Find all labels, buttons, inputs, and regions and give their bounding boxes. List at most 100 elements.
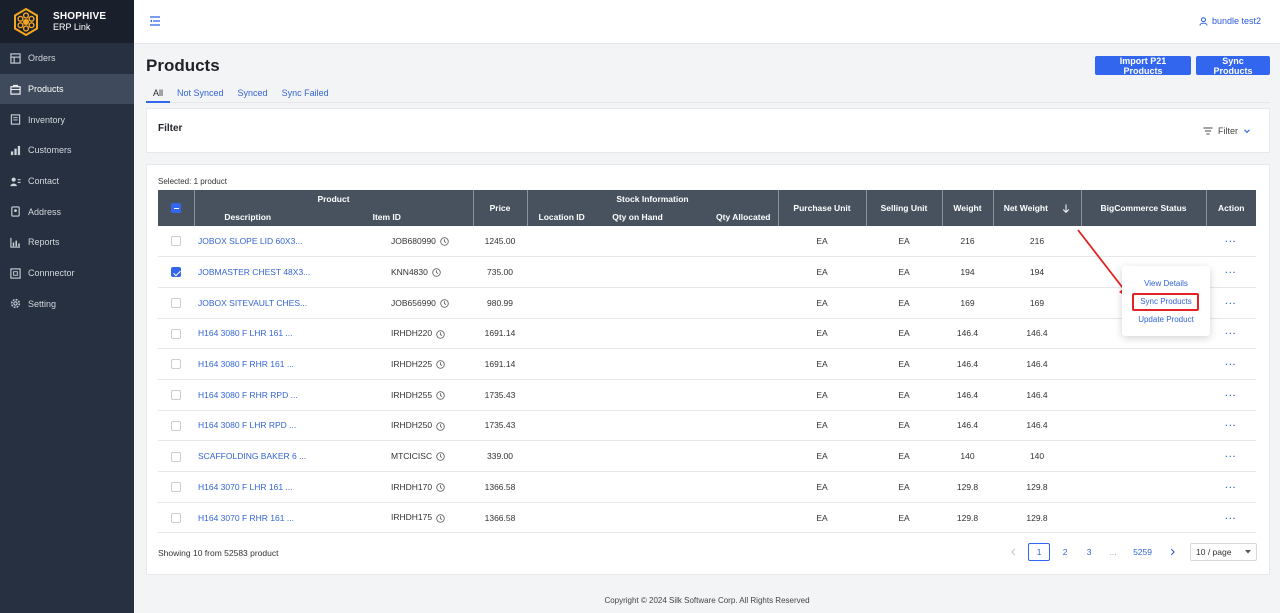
header-qty-on-hand[interactable]: Qty on Hand [591,207,684,226]
clock-icon[interactable] [436,513,445,523]
next-page-button[interactable] [1163,543,1181,561]
product-description-link[interactable]: H164 3070 F RHR 161 ... [194,502,301,534]
net-weight: 146.4 [993,379,1081,411]
row-action-more-button[interactable]: ··· [1225,328,1237,338]
table-row[interactable]: H164 3080 F RHR RPD ... IRHDH255 1735.43 EA… [158,379,1256,411]
filter-toggle-button[interactable]: Filter [1203,126,1251,136]
table-row[interactable]: H164 3080 F LHR RPD ... IRHDH250 1735.43 EA… [158,410,1256,442]
selling-unit: EA [866,471,942,503]
page-ellipsis[interactable]: ... [1104,543,1122,561]
table-row[interactable]: H164 3070 F LHR 161 ... IRHDH170 1366.58 EA… [158,471,1256,503]
header-price[interactable]: Price [473,190,528,226]
row-action-more-button[interactable]: ··· [1225,513,1237,523]
row-checkbox[interactable] [171,390,181,401]
row-checkbox[interactable] [171,236,181,247]
brand[interactable]: SHOPHIVE ERP Link [0,0,134,43]
tab-synced[interactable]: Synced [231,86,275,103]
page-2-button[interactable]: 2 [1056,543,1074,561]
header-purchase-unit[interactable]: Purchase Unit [778,190,867,226]
prev-page-button[interactable] [1004,543,1022,561]
row-checkbox[interactable] [171,359,181,370]
tab-sync-failed[interactable]: Sync Failed [275,86,336,103]
header-weight[interactable]: Weight [942,190,994,226]
row-checkbox[interactable] [171,420,181,431]
row-action-more-button[interactable]: ··· [1225,359,1237,369]
menu-toggle-icon[interactable] [149,15,161,27]
page-1-button[interactable]: 1 [1028,543,1051,561]
sidebar-item-inventory[interactable]: Inventory [0,104,134,135]
row-checkbox[interactable] [171,267,181,278]
price: 1691.14 [473,348,527,380]
page-3-button[interactable]: 3 [1080,543,1098,561]
sidebar-item-connector[interactable]: Connnector [0,258,134,289]
sidebar-item-contact[interactable]: Contact [0,166,134,197]
selling-unit: EA [866,256,942,288]
header-bigcommerce-status[interactable]: BigCommerce Status [1081,190,1207,226]
sidebar-item-orders[interactable]: Orders [0,43,134,74]
header-net-weight-cell[interactable]: Net Weight [993,190,1082,226]
product-description-link[interactable]: JOBOX SITEVAULT CHES... [194,287,307,319]
header-qty-allocated[interactable]: Qty Allocated [684,207,779,226]
row-action-more-button[interactable]: ··· [1225,267,1237,277]
selling-unit: EA [866,379,942,411]
row-action-more-button[interactable]: ··· [1225,236,1237,246]
row-checkbox[interactable] [171,328,181,339]
import-p21-products-button[interactable]: Import P21 Products [1095,56,1191,76]
table-row[interactable]: H164 3080 F RHR 161 ... IRHDH225 1691.14 EA… [158,348,1256,380]
table-row[interactable]: H164 3070 F RHR 161 ... IRHDH175 1366.58 EA… [158,502,1256,534]
tab-all[interactable]: All [146,86,171,103]
row-checkbox[interactable] [171,298,181,309]
row-checkbox[interactable] [171,451,181,462]
sidebar-item-reports[interactable]: Reports [0,227,134,258]
qty-on-hand [591,318,684,350]
clock-icon[interactable] [440,299,449,308]
clock-icon[interactable] [436,421,445,431]
sort-arrow-down-icon[interactable] [1062,204,1070,214]
product-description-link[interactable]: SCAFFOLDING BAKER 6 ... [194,440,306,472]
item-id: IRHDH250 [391,420,433,431]
product-description-link[interactable]: H164 3070 F LHR 161 ... [194,471,301,503]
product-description-link[interactable]: H164 3080 F LHR RPD ... [194,410,301,442]
sidebar-item-products[interactable]: Products [0,73,134,105]
qty-allocated [684,440,778,472]
clock-icon[interactable] [432,268,441,277]
view-details-menu-item[interactable]: View Details [1122,279,1210,288]
select-all-checkbox[interactable] [170,203,181,214]
product-description-link[interactable]: H164 3080 F RHR RPD ... [194,379,301,411]
page-last-button[interactable]: 5259 [1133,543,1152,561]
product-description-link[interactable]: JOBOX SLOPE LID 60X3... [194,226,302,258]
header-selling-unit[interactable]: Selling Unit [866,190,943,226]
table-row[interactable]: H164 3080 F LHR 161 ... IRHDH220 1691.14 EA… [158,318,1256,350]
row-action-more-button[interactable]: ··· [1225,482,1237,492]
page-size-select[interactable]: 10 / page [1190,543,1257,561]
update-product-menu-item[interactable]: Update Product [1122,315,1210,324]
sidebar-item-customers[interactable]: Customers [0,135,134,166]
row-action-more-button[interactable]: ··· [1225,298,1237,308]
tab-not-synced[interactable]: Not Synced [170,86,231,103]
clock-icon[interactable] [440,237,449,246]
row-action-more-button[interactable]: ··· [1225,451,1237,461]
sidebar-item-address[interactable]: Address [0,196,134,227]
header-description[interactable]: Description [194,207,301,226]
clock-icon[interactable] [436,329,445,339]
clock-icon[interactable] [436,391,445,400]
action-cell: ··· [1206,287,1256,319]
clock-icon[interactable] [436,360,445,369]
product-description-link[interactable]: H164 3080 F LHR 161 ... [194,318,301,350]
header-item-id[interactable]: Item ID [301,207,474,226]
clock-icon[interactable] [436,483,445,492]
sidebar-item-setting[interactable]: Setting [0,289,134,320]
row-checkbox[interactable] [171,512,181,523]
product-description-link[interactable]: JOBMASTER CHEST 48X3... [194,256,310,288]
product-description-link[interactable]: H164 3080 F RHR 161 ... [194,348,301,380]
row-action-more-button[interactable]: ··· [1225,390,1237,400]
sync-products-button[interactable]: Sync Products [1196,56,1270,76]
row-checkbox[interactable] [171,482,181,493]
sync-products-menu-item[interactable]: Sync Products [1122,297,1210,306]
location-id [527,256,591,288]
clock-icon[interactable] [436,452,445,462]
row-action-more-button[interactable]: ··· [1225,420,1237,430]
header-location-id[interactable]: Location ID [527,207,591,226]
user-menu[interactable]: bundle test2 [1199,16,1261,26]
table-row[interactable]: SCAFFOLDING BAKER 6 ... MTCICISC 339.00 EA E… [158,440,1256,472]
